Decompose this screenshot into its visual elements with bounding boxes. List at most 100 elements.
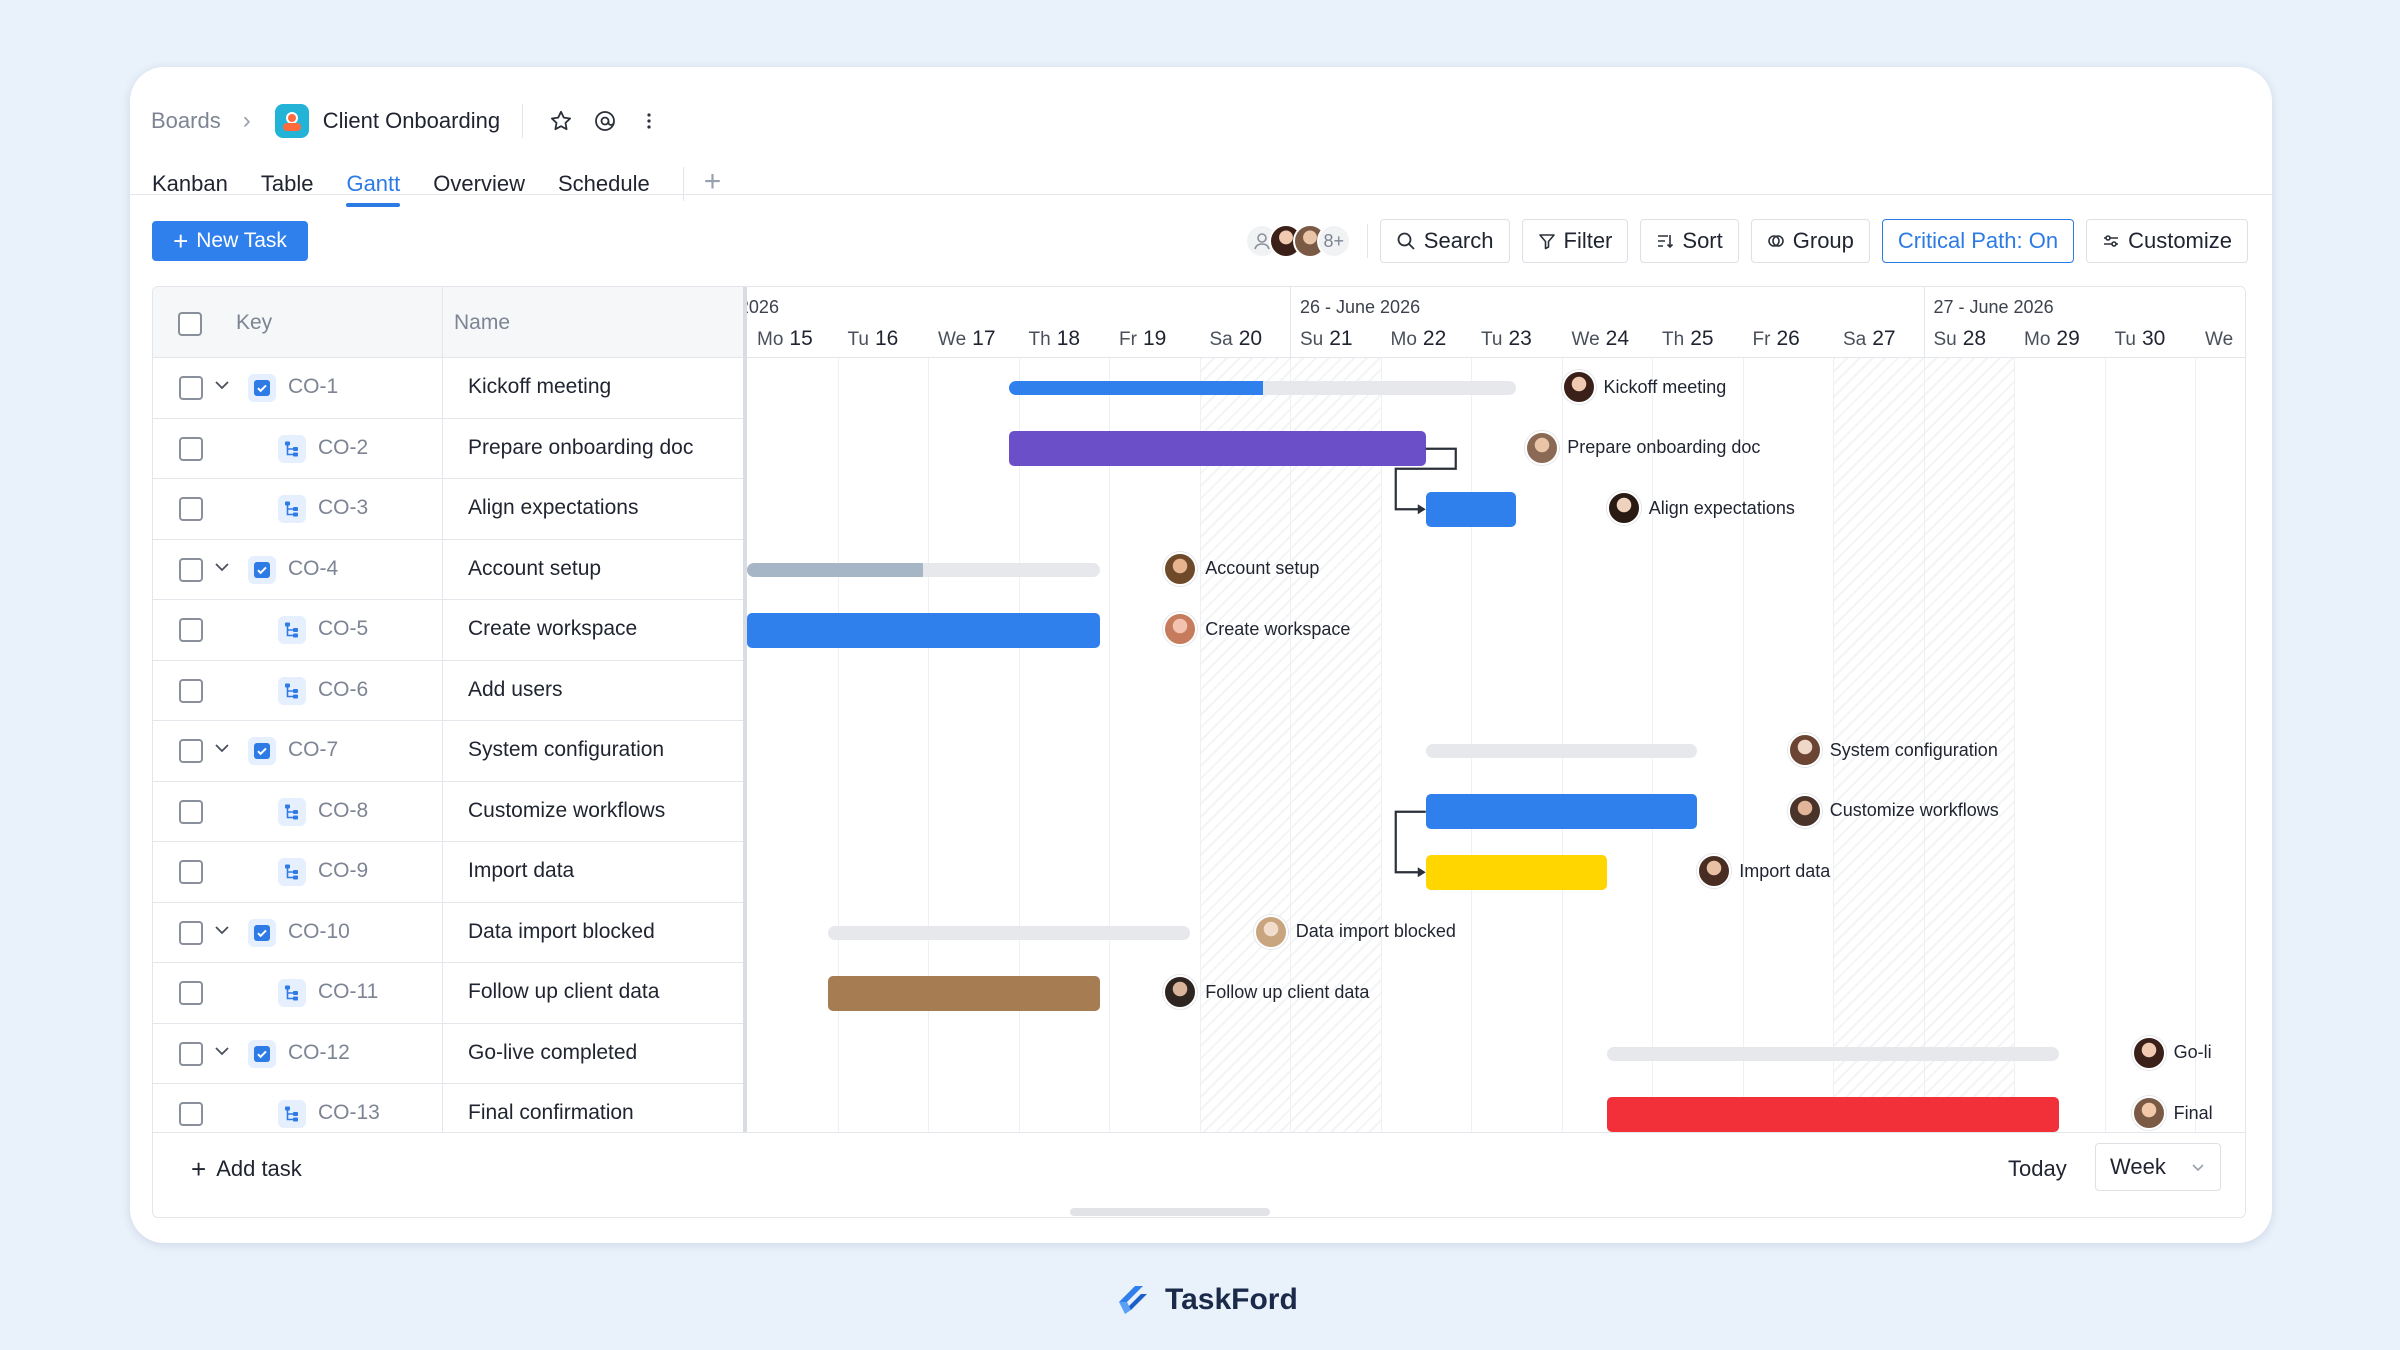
bar-label[interactable]: Kickoff meeting [1561,370,1726,405]
task-key[interactable]: CO-12 [288,1041,350,1065]
select-all-checkbox[interactable] [178,312,202,336]
summary-bar[interactable] [747,562,1100,577]
board-title[interactable]: Client Onboarding [323,108,500,134]
task-name[interactable]: Import data [468,859,574,883]
tab-table[interactable]: Table [261,151,314,207]
table-row[interactable]: CO-1 Kickoff meeting [153,358,743,419]
row-checkbox[interactable] [179,920,203,945]
table-row[interactable]: CO-3 Align expectations [153,479,743,540]
task-name[interactable]: Data import blocked [468,920,655,944]
task-bar[interactable] [1606,1096,2060,1132]
summary-bar[interactable] [828,925,1191,940]
row-checkbox[interactable] [179,1102,203,1126]
tab-schedule[interactable]: Schedule [558,151,650,207]
row-checkbox[interactable] [179,618,203,642]
task-key[interactable]: CO-4 [288,557,338,581]
bar-label[interactable]: Customize workflows [1787,793,1999,828]
table-row[interactable]: CO-6 Add users [153,661,743,721]
task-name[interactable]: Go-live completed [468,1041,637,1065]
row-checkbox[interactable] [179,981,203,1005]
row-checkbox[interactable] [179,436,203,461]
task-key[interactable]: CO-5 [318,617,368,641]
more-vertical-icon[interactable] [629,101,669,141]
table-row[interactable]: CO-7 System configuration [153,721,743,782]
bar-label[interactable]: Follow up client data [1163,975,1369,1010]
customize-button[interactable]: Customize [2086,219,2248,263]
tab-overview[interactable]: Overview [433,151,525,207]
task-key[interactable]: CO-10 [288,920,350,944]
add-task-button[interactable]: + Add task [191,1156,302,1182]
task-bar[interactable] [747,612,1100,648]
bar-label[interactable]: Data import blocked [1253,914,1456,949]
breadcrumb-boards[interactable]: Boards [151,108,221,134]
row-checkbox[interactable] [179,497,203,521]
bar-label[interactable]: System configuration [1787,733,1998,768]
row-checkbox[interactable] [179,1041,203,1066]
task-name[interactable]: Kickoff meeting [468,375,611,399]
task-key[interactable]: CO-6 [318,678,368,702]
task-key[interactable]: CO-9 [318,859,368,883]
row-checkbox[interactable] [179,860,203,884]
name-column-header[interactable]: Name [454,311,510,335]
task-bar[interactable] [1425,794,1698,830]
task-key[interactable]: CO-3 [318,496,368,520]
search-button[interactable]: Search [1379,219,1510,263]
summary-bar[interactable] [1425,744,1698,759]
task-name[interactable]: Prepare onboarding doc [468,436,693,460]
task-name[interactable]: Final confirmation [468,1101,634,1125]
task-bar[interactable] [828,975,1100,1011]
table-row[interactable]: CO-8 Customize workflows [153,782,743,842]
star-icon[interactable] [541,101,581,141]
task-key[interactable]: CO-1 [288,375,338,399]
table-row[interactable]: CO-4 Account setup [153,540,743,600]
task-bar[interactable] [1009,431,1426,467]
bar-label[interactable]: Create workspace [1163,612,1350,647]
task-key[interactable]: CO-11 [318,980,378,1004]
new-task-button[interactable]: + New Task [152,221,308,261]
table-row[interactable]: CO-11 Follow up client data [153,963,743,1024]
member-avatars[interactable]: 8+ [1244,224,1351,258]
task-name[interactable]: System configuration [468,738,664,762]
today-button[interactable]: Today [2008,1156,2067,1182]
group-button[interactable]: Group [1750,219,1870,263]
table-row[interactable]: CO-9 Import data [153,842,743,903]
chevron-down-icon[interactable] [211,737,233,759]
row-checkbox[interactable] [179,678,203,703]
timescale-select[interactable]: Week [2095,1143,2221,1191]
summary-bar[interactable] [1606,1046,2060,1061]
task-key[interactable]: CO-7 [288,738,338,762]
task-key[interactable]: CO-13 [318,1101,380,1125]
chevron-down-icon[interactable] [211,556,233,578]
table-row[interactable]: CO-2 Prepare onboarding doc [153,419,743,479]
filter-button[interactable]: Filter [1521,219,1629,263]
task-name[interactable]: Account setup [468,557,601,581]
horizontal-scrollbar[interactable] [1070,1208,1270,1216]
row-checkbox[interactable] [179,739,203,763]
tab-kanban[interactable]: Kanban [152,151,228,207]
critical-path-toggle[interactable]: Critical Path: On [1881,219,2075,263]
bar-label[interactable]: Final [2131,1096,2213,1131]
table-row[interactable]: CO-5 Create workspace [153,600,743,661]
chevron-down-icon[interactable] [211,374,233,396]
table-row[interactable]: CO-12 Go-live completed [153,1024,743,1084]
bar-label[interactable]: Align expectations [1606,491,1795,526]
row-checkbox[interactable] [179,799,203,824]
tab-gantt[interactable]: Gantt [346,151,400,207]
task-bar[interactable] [1425,491,1517,527]
key-column-header[interactable]: Key [236,311,272,335]
task-key[interactable]: CO-8 [318,799,368,823]
bar-label[interactable]: Prepare onboarding doc [1525,430,1760,465]
bar-label[interactable]: Go-li [2131,1035,2212,1070]
at-mention-icon[interactable] [585,101,625,141]
task-name[interactable]: Customize workflows [468,799,665,823]
task-key[interactable]: CO-2 [318,436,368,460]
bar-label[interactable]: Import data [1697,854,1830,889]
summary-bar[interactable] [1009,381,1517,396]
task-name[interactable]: Create workspace [468,617,637,641]
task-name[interactable]: Follow up client data [468,980,659,1004]
chevron-down-icon[interactable] [211,1040,233,1062]
table-row[interactable]: CO-10 Data import blocked [153,903,743,963]
task-bar[interactable] [1425,854,1607,890]
bar-label[interactable]: Account setup [1163,551,1319,586]
row-checkbox[interactable] [179,376,203,400]
